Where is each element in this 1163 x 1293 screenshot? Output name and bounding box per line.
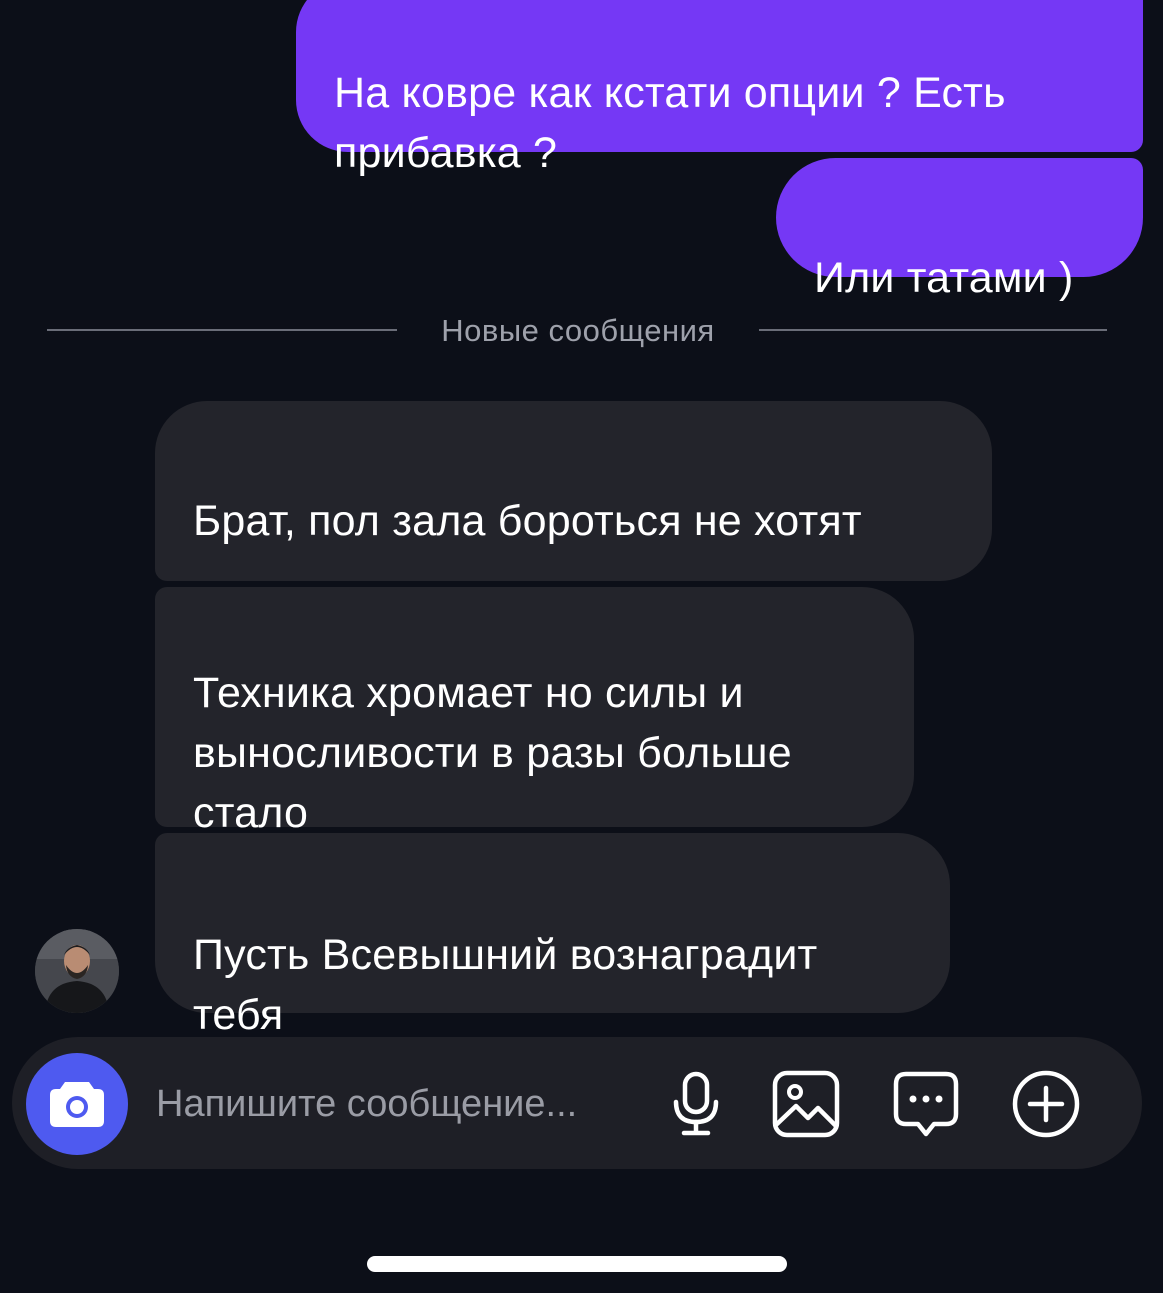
divider-line bbox=[47, 329, 397, 331]
message-text: Брат, пол зала бороться не хотят bbox=[193, 497, 862, 545]
divider-label: Новые сообщения bbox=[441, 313, 715, 348]
message-input[interactable] bbox=[156, 1074, 636, 1134]
message-text: Техника хромает но силы и выносливости в… bbox=[193, 669, 792, 837]
message-text: Пусть Всевышний вознаградит тебя bbox=[193, 931, 818, 1039]
gallery-icon bbox=[772, 1070, 840, 1138]
plus-circle-icon bbox=[1012, 1070, 1080, 1138]
sticker-button[interactable] bbox=[890, 1068, 962, 1140]
microphone-icon bbox=[673, 1071, 719, 1136]
message-text: Или татами ) bbox=[814, 254, 1074, 302]
incoming-message[interactable]: Техника хромает но силы и выносливости в… bbox=[155, 587, 914, 837]
incoming-message[interactable]: Пусть Всевышний вознаградит тебя bbox=[155, 833, 950, 1155]
camera-button[interactable] bbox=[26, 1053, 128, 1155]
sender-avatar[interactable] bbox=[35, 929, 119, 1013]
add-button[interactable] bbox=[1010, 1068, 1082, 1140]
gallery-button[interactable] bbox=[770, 1068, 842, 1140]
outgoing-message[interactable]: Или татами ) bbox=[776, 158, 1143, 302]
incoming-message[interactable]: Брат, пол зала бороться не хотят bbox=[155, 401, 992, 724]
microphone-button[interactable] bbox=[660, 1068, 732, 1140]
message-thread: На ковре как кстати опции ? Есть прибавк… bbox=[0, 0, 1163, 1155]
sticker-icon bbox=[893, 1071, 959, 1137]
new-messages-divider: Новые сообщения bbox=[47, 308, 1107, 354]
camera-icon bbox=[50, 1082, 104, 1127]
divider-line bbox=[759, 329, 1107, 331]
outgoing-message[interactable]: На ковре как кстати опции ? Есть прибавк… bbox=[296, 0, 1143, 177]
home-indicator[interactable] bbox=[367, 1256, 787, 1272]
